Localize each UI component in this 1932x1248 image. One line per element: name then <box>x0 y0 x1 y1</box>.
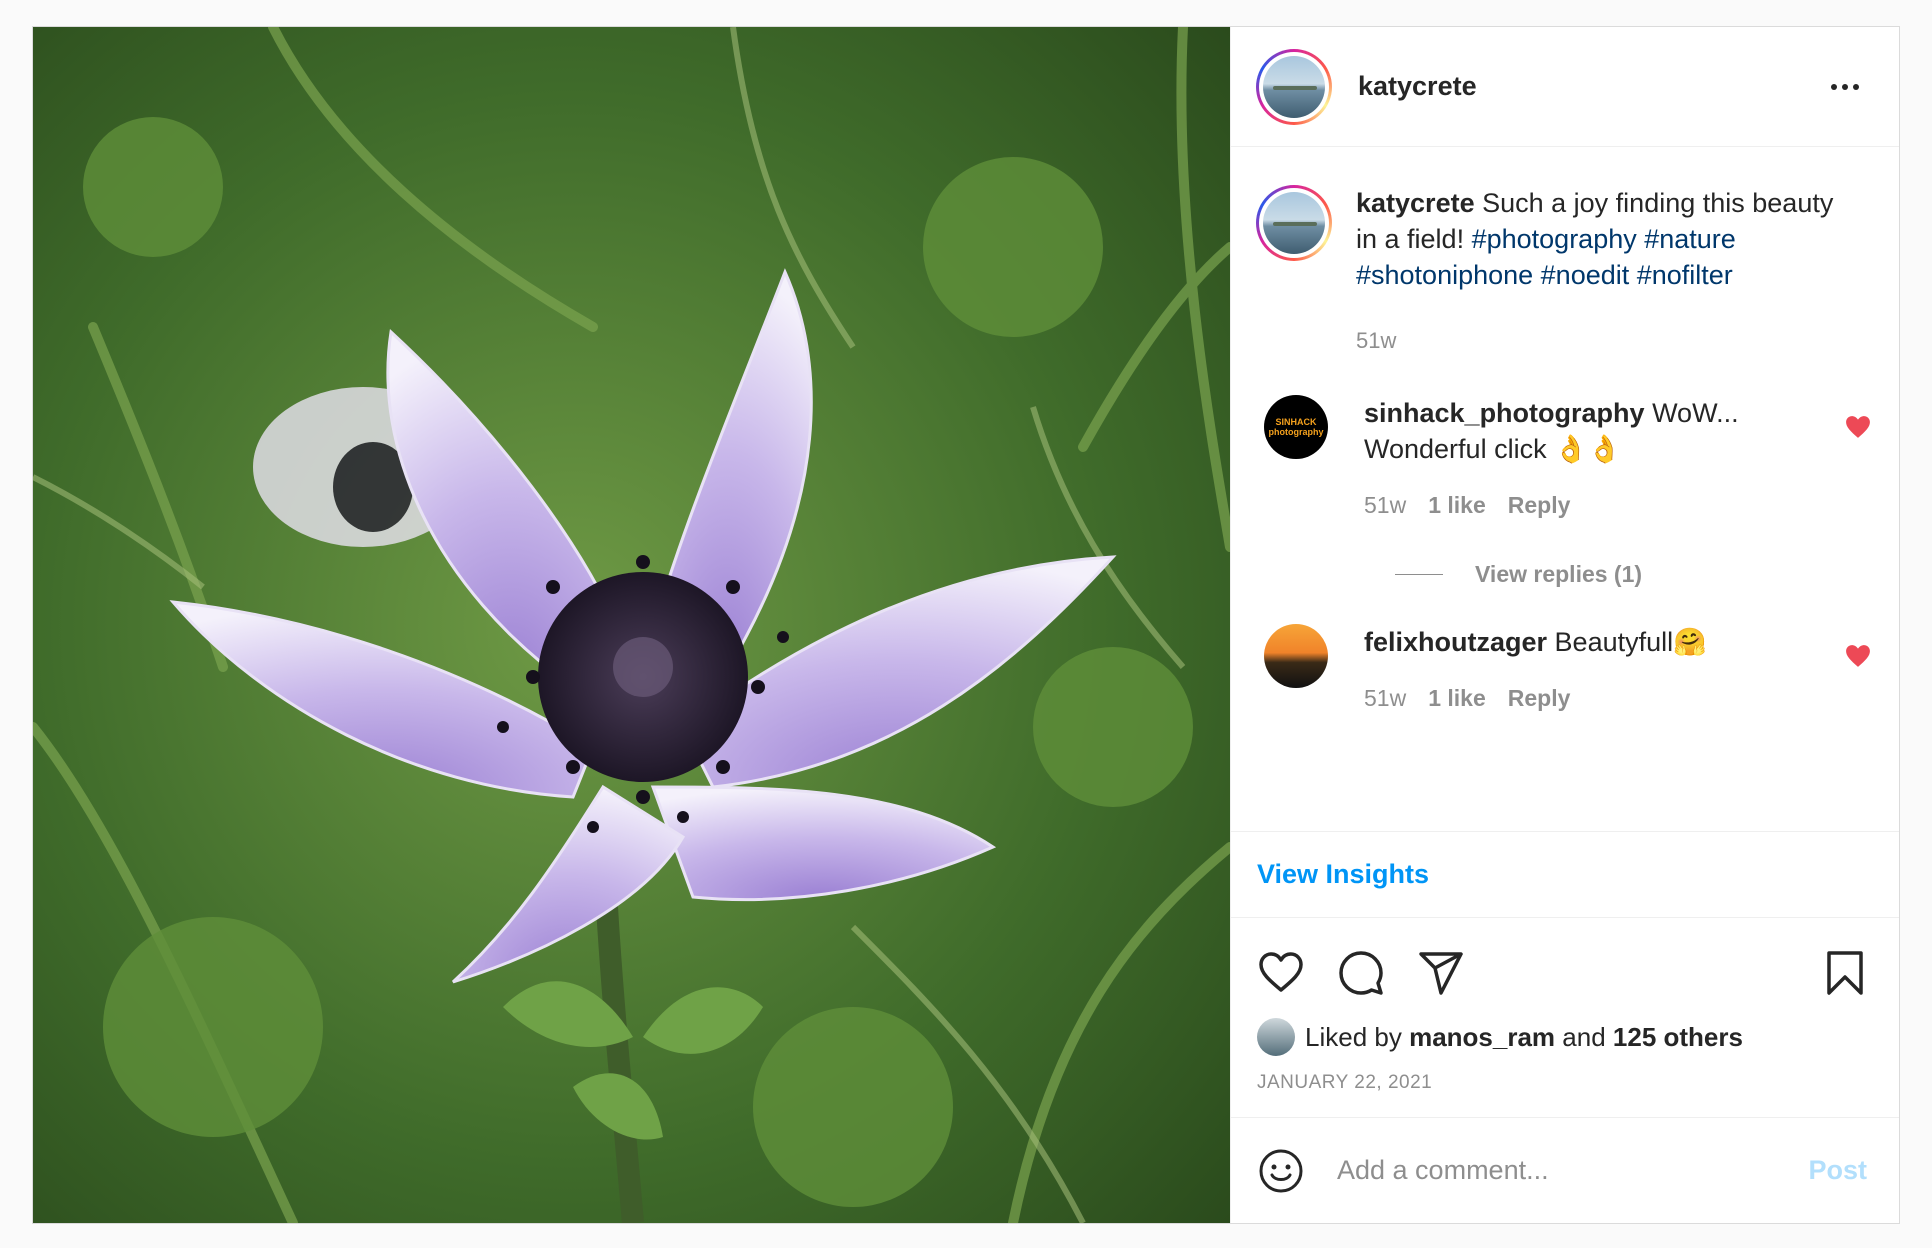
comment-meta: 51w 1 like Reply <box>1364 487 1764 523</box>
caption-age: 51w <box>1356 328 1397 353</box>
comment-icon[interactable] <box>1337 949 1385 997</box>
post-side-panel: katycrete katycrete Such a joy finding t… <box>1231 27 1899 1223</box>
emoji-icon[interactable] <box>1257 1147 1305 1195</box>
comment-username[interactable]: sinhack_photography <box>1364 398 1645 428</box>
author-avatar[interactable] <box>1256 48 1332 125</box>
author-avatar-image <box>1263 55 1325 118</box>
comment-item: SINHACK photography sinhack_photography … <box>1256 395 1871 523</box>
caption-avatar[interactable] <box>1256 185 1332 261</box>
comment-input[interactable] <box>1335 1154 1809 1187</box>
action-bar <box>1231 918 1899 1028</box>
caption-username[interactable]: katycrete <box>1356 188 1475 218</box>
share-icon[interactable] <box>1417 949 1465 997</box>
commenter-avatar[interactable]: SINHACK photography <box>1264 395 1328 459</box>
post-image[interactable] <box>33 27 1231 1223</box>
comment-meta: 51w 1 like Reply <box>1364 680 1764 716</box>
caption-text-block: katycrete Such a joy finding this beauty… <box>1356 185 1856 359</box>
caption: katycrete Such a joy finding this beauty… <box>1256 185 1871 359</box>
comment-age: 51w <box>1364 492 1407 518</box>
flower-photo <box>33 27 1230 1223</box>
reply-button[interactable]: Reply <box>1508 487 1571 523</box>
post-date[interactable]: JANUARY 22, 2021 <box>1231 1072 1899 1094</box>
post-card: katycrete katycrete Such a joy finding t… <box>32 26 1900 1224</box>
view-insights-link[interactable]: View Insights <box>1231 832 1899 918</box>
heart-icon[interactable] <box>1257 949 1305 997</box>
comments-section[interactable]: katycrete Such a joy finding this beauty… <box>1231 147 1899 832</box>
post-header: katycrete <box>1231 27 1899 147</box>
comment-likes[interactable]: 1 like <box>1428 487 1486 523</box>
author-username[interactable]: katycrete <box>1358 71 1477 102</box>
liked-heart-icon[interactable] <box>1845 415 1871 439</box>
comment-body: felixhoutzager Beautyfull🤗 51w 1 like Re… <box>1364 624 1764 716</box>
comment-likes[interactable]: 1 like <box>1428 680 1486 716</box>
bookmark-icon[interactable] <box>1821 949 1869 997</box>
post-button[interactable]: Post <box>1808 1155 1867 1186</box>
commenter-avatar[interactable] <box>1264 624 1328 688</box>
more-options-icon[interactable] <box>1831 83 1859 90</box>
comment-username[interactable]: felixhoutzager <box>1364 627 1547 657</box>
liker-avatar[interactable] <box>1257 1018 1295 1056</box>
comment-body: sinhack_photography WoW... Wonderful cli… <box>1364 395 1764 523</box>
replies-divider <box>1395 574 1443 575</box>
add-comment-bar: Post <box>1231 1117 1899 1223</box>
reply-button[interactable]: Reply <box>1508 680 1571 716</box>
commenter-avatar-text: SINHACK photography <box>1268 417 1324 437</box>
view-replies-label: View replies (1) <box>1475 561 1643 587</box>
comment-age: 51w <box>1364 685 1407 711</box>
comment-item: felixhoutzager Beautyfull🤗 51w 1 like Re… <box>1256 624 1871 716</box>
comment-text: Beautyfull🤗 <box>1554 627 1707 657</box>
view-replies-button[interactable]: View replies (1) <box>1395 561 1871 588</box>
liked-heart-icon[interactable] <box>1845 644 1871 668</box>
